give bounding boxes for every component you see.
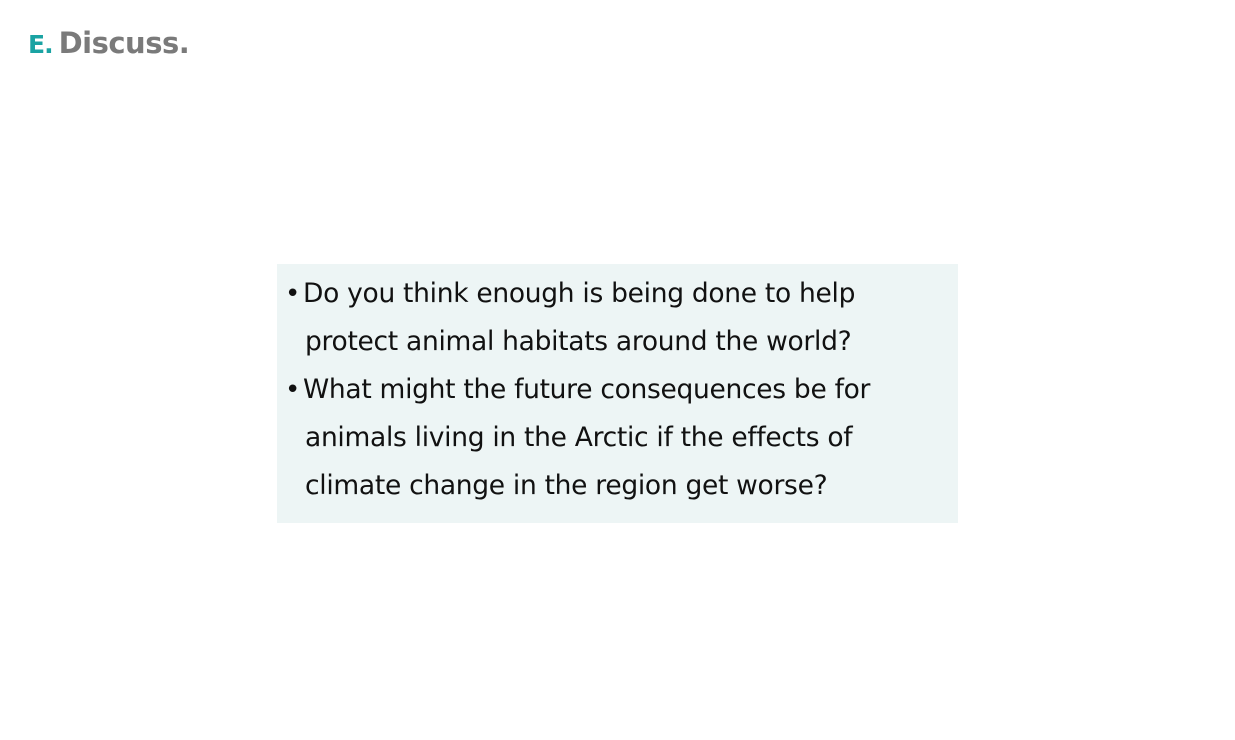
question-line: What might the future consequences be fo…: [303, 374, 871, 405]
question-item: • Do you think enough is being done to h…: [285, 270, 948, 366]
question-line: protect animal habitats around the world…: [305, 326, 852, 357]
question-line: Do you think enough is being done to hel…: [303, 278, 856, 309]
discussion-box: • Do you think enough is being done to h…: [277, 264, 958, 523]
section-heading: E. Discuss.: [28, 24, 190, 64]
question-list: • Do you think enough is being done to h…: [285, 270, 948, 510]
question-line: animals living in the Arctic if the effe…: [305, 422, 853, 453]
bullet-icon: •: [285, 279, 301, 309]
bullet-icon: •: [285, 375, 301, 405]
section-letter: E.: [28, 30, 54, 59]
section-title: Discuss.: [58, 26, 190, 60]
question-line: climate change in the region get worse?: [305, 470, 828, 501]
question-item: • What might the future consequences be …: [285, 366, 948, 510]
